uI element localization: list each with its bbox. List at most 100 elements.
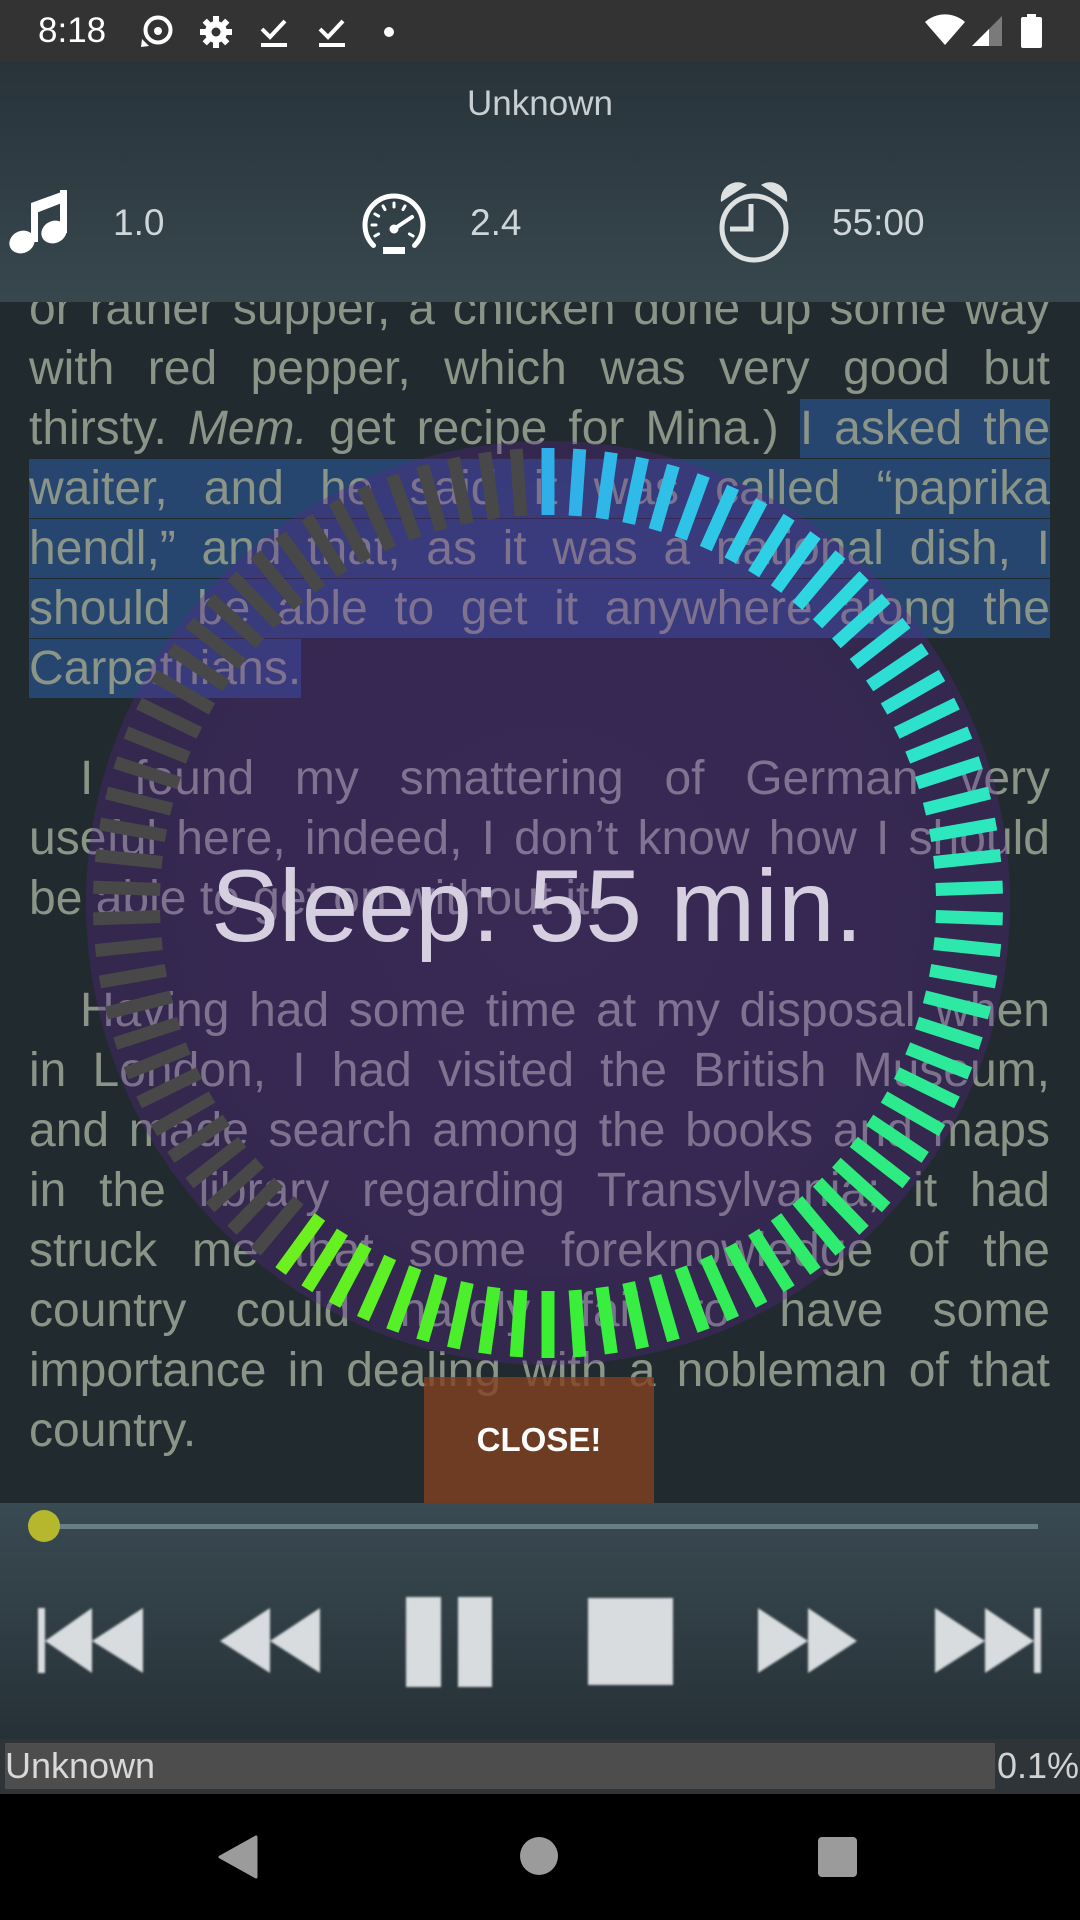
fast-forward-button[interactable] — [750, 1600, 866, 1682]
player-controls-panel — [0, 1503, 1080, 1739]
skip-previous-button[interactable] — [30, 1600, 150, 1682]
recents-icon — [818, 1837, 857, 1877]
ring-tick-active — [356, 1254, 397, 1322]
system-navigation-bar — [0, 1794, 1080, 1920]
ring-tick-active — [568, 1289, 587, 1358]
audio-player-icon — [141, 15, 173, 47]
sleep-timer-label: Sleep: 55 min. — [210, 849, 864, 963]
ring-tick-active — [509, 1289, 528, 1358]
skip-next-icon — [935, 1608, 1041, 1673]
download-done-icon — [260, 19, 287, 47]
skip-next-button[interactable] — [928, 1600, 1048, 1682]
ring-tick-active — [905, 1042, 973, 1080]
ring-tick-active — [928, 963, 998, 989]
ring-tick-active — [770, 531, 821, 593]
ring-tick-active — [622, 1281, 649, 1350]
ring-tick-active — [893, 1067, 960, 1109]
more-notifications-dot-icon — [384, 27, 394, 37]
nav-home-button[interactable] — [505, 1822, 573, 1892]
pause-button[interactable] — [398, 1590, 500, 1694]
close-button[interactable]: CLOSE! — [424, 1377, 654, 1503]
music-note-icon — [9, 190, 67, 254]
book-progress-percent: 0.1% — [997, 1745, 1080, 1786]
nav-back-button[interactable] — [205, 1822, 271, 1892]
ring-tick-inactive — [478, 451, 501, 520]
ring-tick-inactive — [150, 1091, 216, 1137]
ring-tick-active — [928, 817, 998, 843]
back-icon — [218, 1835, 258, 1879]
ring-tick-inactive — [301, 513, 348, 578]
fast-forward-icon — [758, 1608, 857, 1673]
ring-tick-inactive — [447, 456, 474, 525]
ring-tick-inactive — [167, 1114, 230, 1163]
close-button-label: CLOSE! — [476, 1421, 602, 1458]
ring-tick-active — [328, 1242, 372, 1308]
ring-tick-active — [724, 1242, 768, 1308]
footer-book-title: Unknown — [5, 1745, 156, 1786]
ring-tick-active — [699, 1254, 740, 1322]
ring-tick-inactive — [123, 1042, 191, 1080]
ring-tick-active — [893, 697, 960, 739]
download-done-icon — [318, 19, 345, 47]
ring-tick-inactive — [113, 1016, 181, 1050]
ring-tick-inactive — [150, 669, 216, 715]
stop-button[interactable] — [580, 1590, 680, 1694]
alarm-clock-icon — [719, 182, 789, 263]
ring-tick-active — [880, 1091, 946, 1137]
ring-tick-active — [880, 669, 946, 715]
ring-tick-active — [478, 1286, 501, 1355]
ring-tick-inactive — [123, 726, 191, 764]
settings-gear-icon — [200, 16, 232, 48]
ring-tick-inactive — [328, 498, 372, 564]
stop-icon — [588, 1598, 673, 1685]
status-time: 8:18 — [38, 11, 107, 50]
ring-tick-active — [922, 990, 992, 1020]
ring-tick-inactive — [356, 484, 397, 552]
sleep-timer-value: 55:00 — [832, 202, 925, 243]
ring-tick-active — [416, 1274, 448, 1343]
ring-tick-active — [622, 456, 649, 525]
ring-tick-active — [922, 786, 992, 816]
ring-tick-active — [674, 473, 710, 541]
ring-tick-active — [275, 1213, 326, 1275]
ring-tick-active — [447, 1281, 474, 1350]
rewind-icon — [220, 1608, 320, 1673]
pause-icon — [406, 1597, 492, 1687]
ring-tick-inactive — [509, 448, 528, 517]
ring-tick-active — [648, 463, 680, 532]
wifi-icon — [925, 14, 965, 45]
nav-recents-button[interactable] — [804, 1822, 872, 1892]
ring-tick-inactive — [98, 963, 168, 989]
ring-tick-inactive — [386, 473, 422, 541]
screen: 8:18 Unknown 1.0 2.4 55:00 or rather sup… — [0, 0, 1080, 1920]
home-icon — [520, 1837, 558, 1875]
ring-tick-active — [386, 1265, 422, 1333]
ring-tick-inactive — [136, 697, 203, 739]
ring-tick-inactive — [113, 756, 181, 790]
book-title: Unknown — [467, 84, 613, 123]
rewind-button[interactable] — [212, 1600, 328, 1682]
ring-tick-active — [866, 1114, 929, 1163]
ring-tick-inactive — [104, 786, 174, 816]
cellular-signal-icon — [972, 16, 1002, 46]
book-progress-bar: Unknown 0.1% — [0, 1739, 1080, 1794]
ring-tick-active — [748, 1228, 795, 1293]
speedometer-icon — [362, 193, 426, 254]
ring-tick-inactive — [416, 463, 448, 532]
speed-value: 2.4 — [470, 202, 522, 243]
seek-bar[interactable] — [44, 1524, 1038, 1529]
ring-tick-active — [905, 726, 973, 764]
player-header: Unknown 1.0 2.4 55:00 — [0, 62, 1080, 302]
ring-tick-active — [699, 484, 740, 552]
ring-tick-active — [915, 756, 983, 790]
ring-tick-active — [568, 448, 587, 517]
ring-tick-active — [301, 1228, 348, 1293]
ring-tick-active — [866, 643, 929, 692]
ring-tick-inactive — [275, 531, 326, 593]
ring-tick-active — [748, 513, 795, 578]
text-line: with red pepper, which was very good but — [29, 342, 1050, 395]
ring-tick-active — [648, 1274, 680, 1343]
battery-icon — [1021, 14, 1042, 48]
seek-thumb[interactable] — [28, 1510, 60, 1542]
status-bar: 8:18 — [0, 0, 1080, 62]
